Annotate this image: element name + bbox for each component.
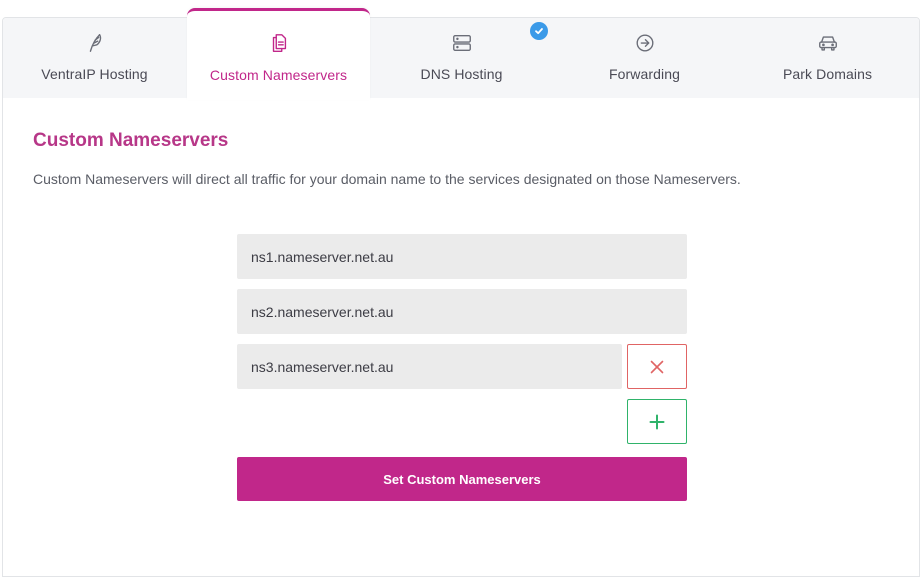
tab-park-domains[interactable]: Park Domains [736,18,919,98]
nameserver-2-input[interactable] [237,289,687,334]
section-title: Custom Nameservers [33,130,229,151]
tab-label: Park Domains [782,66,873,82]
close-icon [649,359,665,375]
tab-forwarding[interactable]: Forwarding [553,18,736,98]
tab-label: VentraIP Hosting [41,66,148,82]
section-description: Custom Nameservers will direct all traff… [33,171,741,187]
tab-label: Custom Nameservers [209,67,348,83]
add-nameserver-button[interactable] [627,399,687,444]
nameserver-3-input[interactable] [237,344,622,389]
arrow-circle-icon [634,32,656,54]
server-icon [451,32,473,54]
set-custom-nameservers-button[interactable]: Set Custom Nameservers [237,457,687,501]
tab-dns-hosting[interactable]: DNS Hosting [370,18,553,98]
remove-nameserver-button[interactable] [627,344,687,389]
documents-icon [268,32,290,54]
tab-label: Forwarding [608,66,681,82]
nameserver-1-input[interactable] [237,234,687,279]
car-icon [817,32,839,54]
plus-icon [649,414,665,430]
tab-custom-nameservers[interactable]: Custom Nameservers [187,8,370,100]
feather-icon [84,32,106,54]
tab-ventraip-hosting[interactable]: VentraIP Hosting [3,18,186,98]
check-icon [530,22,548,40]
tab-label: DNS Hosting [420,66,503,82]
